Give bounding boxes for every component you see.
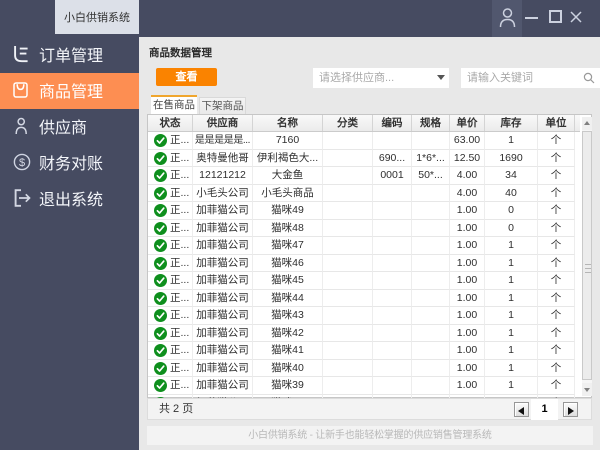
svg-text:$: $	[19, 157, 25, 169]
